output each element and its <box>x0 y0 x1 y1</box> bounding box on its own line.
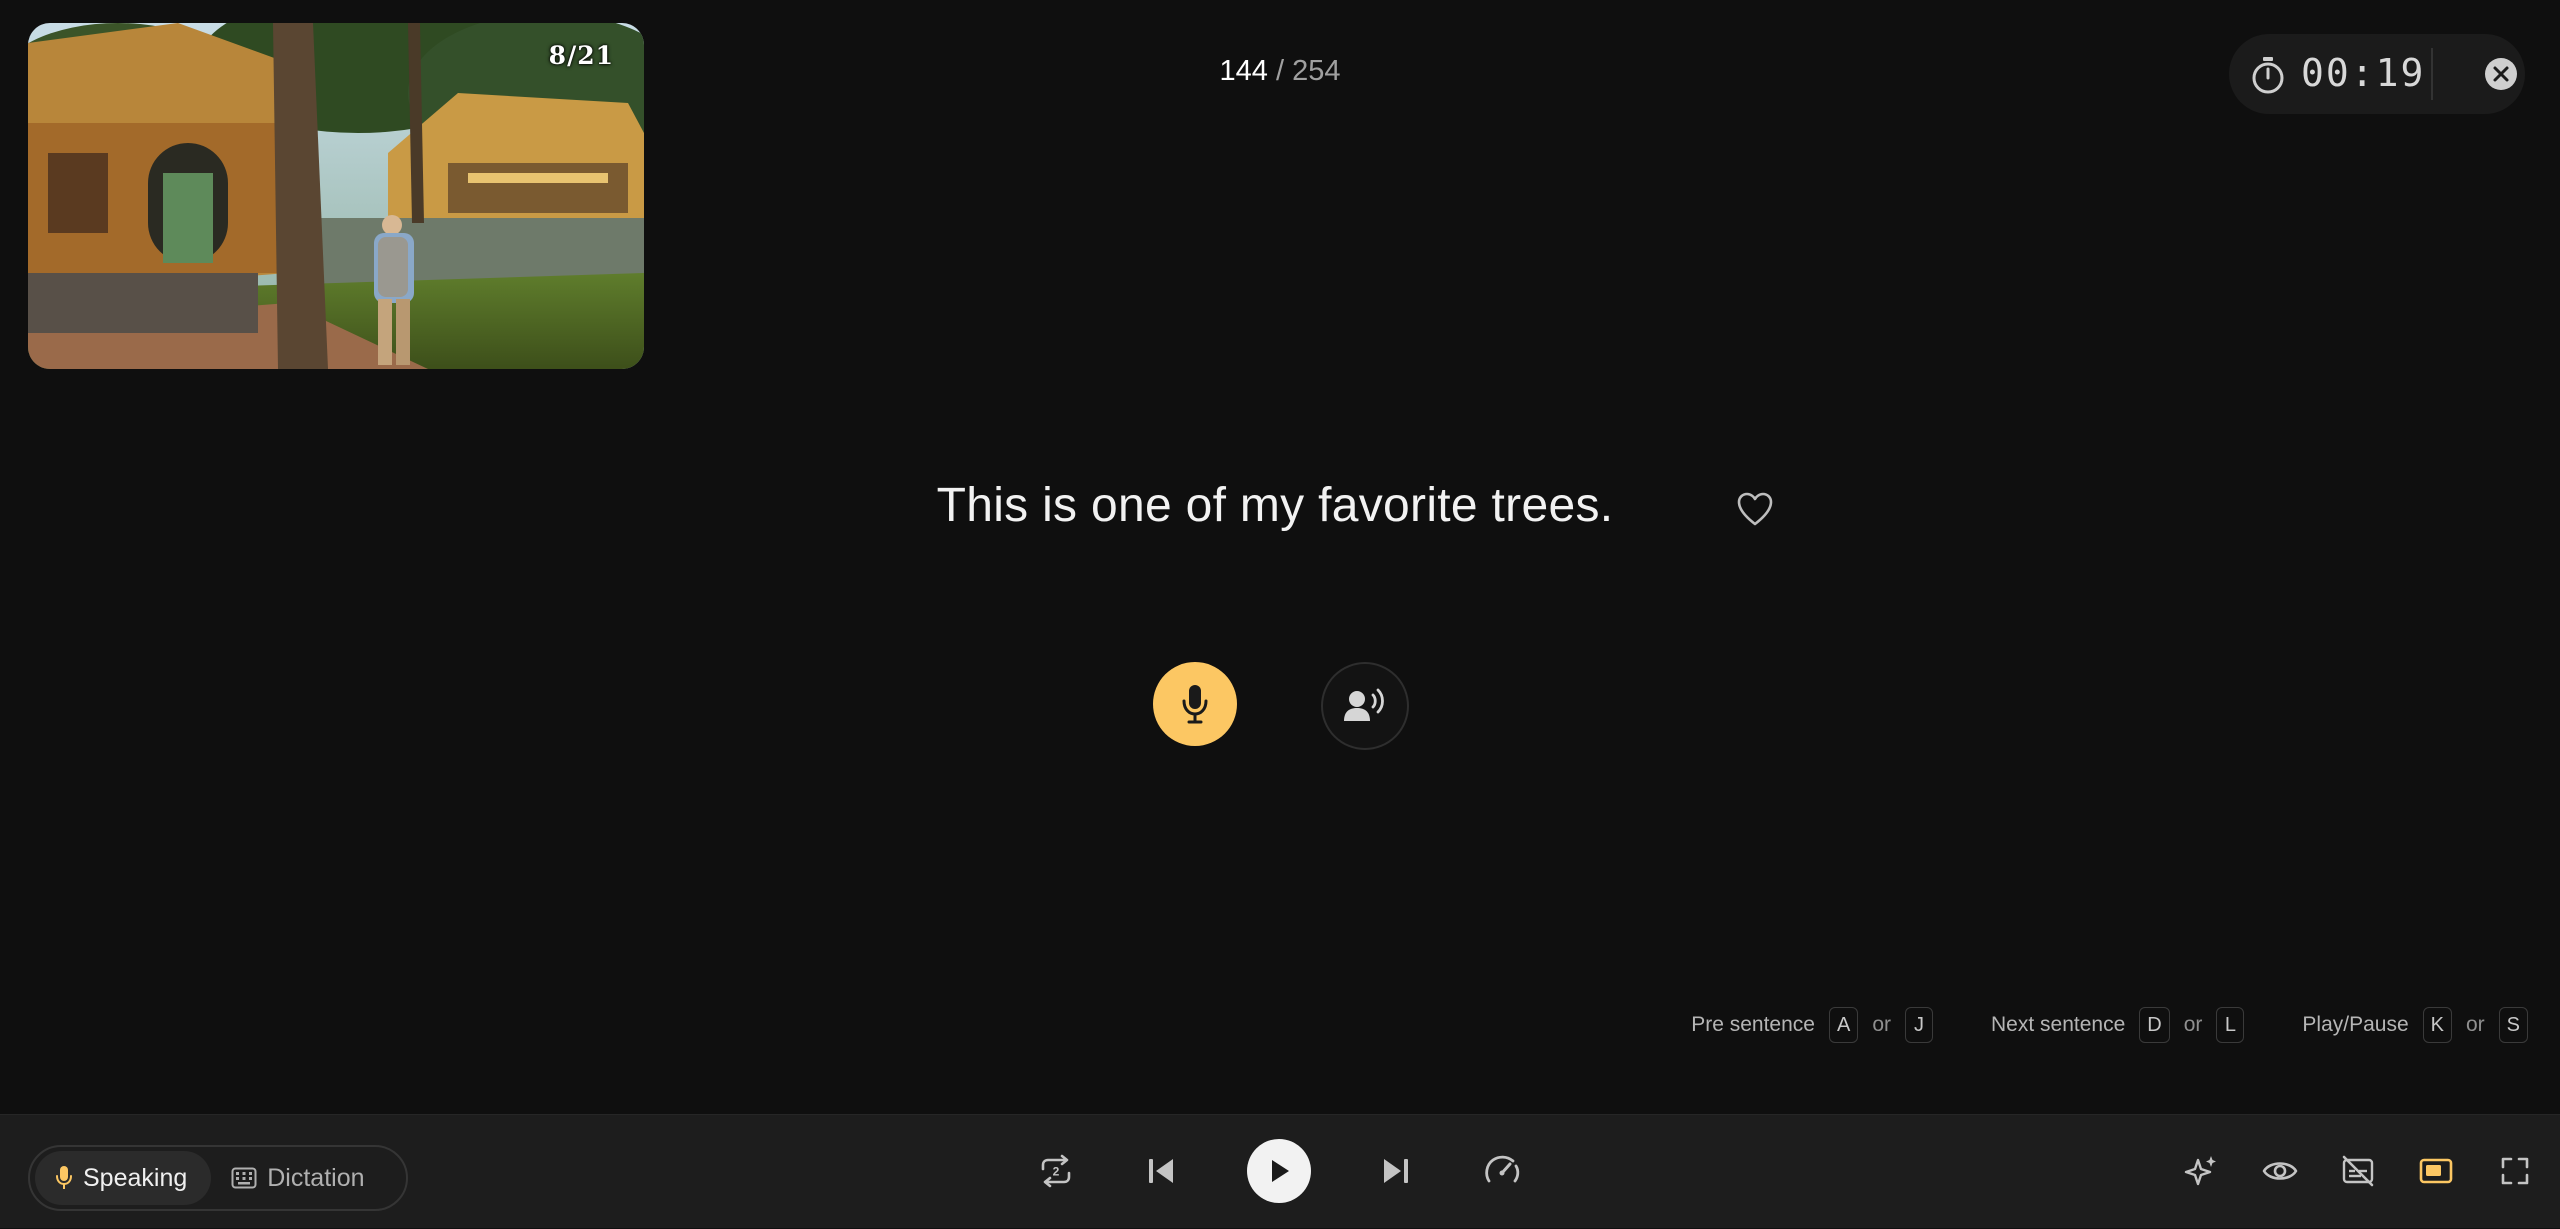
video-overlay-button[interactable] <box>2418 1153 2454 1189</box>
ai-assist-button[interactable] <box>2183 1153 2219 1189</box>
next-button[interactable] <box>1378 1153 1414 1189</box>
playback-controls: 2 <box>0 1115 2560 1229</box>
keyboard-shortcuts: Pre sentence A or J Next sentence D or L… <box>1633 1007 2528 1043</box>
shortcut-key: L <box>2216 1007 2245 1043</box>
show-text-button[interactable] <box>2261 1153 2299 1189</box>
subtitles-toggle-button[interactable] <box>2339 1153 2377 1189</box>
microphone-icon <box>1182 685 1208 724</box>
previous-icon <box>1149 1159 1173 1183</box>
close-icon[interactable] <box>2483 56 2519 92</box>
listen-speaker-icon <box>1344 688 1384 721</box>
shortcut-key: S <box>2498 1007 2528 1043</box>
shortcut-key: D <box>2139 1007 2170 1043</box>
video-frame <box>28 23 644 369</box>
next-icon <box>1384 1159 1408 1183</box>
repeat-icon: 2 <box>1041 1154 1071 1188</box>
subtitle-counter: 8/21 <box>548 41 614 70</box>
play-icon <box>1272 1160 1289 1182</box>
subtitles-off-icon <box>2342 1155 2374 1187</box>
timer-pill: 00:19 <box>2229 34 2525 114</box>
progress-current: 144 <box>1219 55 1268 87</box>
current-sentence: This is one of my favorite trees. <box>936 479 1614 532</box>
speed-button[interactable] <box>1483 1153 1521 1189</box>
shortcut-label: Next sentence <box>1991 1013 2126 1036</box>
ai-sparkle-icon <box>2184 1156 2216 1186</box>
progress-total: 254 <box>1292 55 1341 87</box>
bottom-toolbar: Speaking Dictation 2 <box>0 1114 2560 1228</box>
shortcut-or: or <box>2465 1013 2485 1036</box>
previous-button[interactable] <box>1143 1153 1179 1189</box>
listen-button[interactable] <box>1321 662 1409 750</box>
fullscreen-button[interactable] <box>2497 1153 2533 1189</box>
progress-separator: / <box>1267 55 1293 87</box>
timer-divider <box>2431 48 2433 100</box>
shortcut-key: A <box>1828 1007 1859 1043</box>
shortcut-previous: Pre sentence A or J <box>1691 1007 1933 1043</box>
record-button[interactable] <box>1153 662 1237 746</box>
shortcut-play-pause: Play/Pause K or S <box>2302 1007 2528 1043</box>
fullscreen-icon <box>2501 1157 2529 1185</box>
shortcut-key: J <box>1905 1007 1933 1043</box>
shortcut-key: K <box>2422 1007 2452 1043</box>
speed-icon <box>1485 1155 1520 1183</box>
practice-stage: 8/21 144 / 254 00:19 This is one of my f… <box>0 0 2560 1114</box>
timer-value: 00:19 <box>2301 51 2426 95</box>
play-button[interactable] <box>1247 1139 1311 1203</box>
eye-icon <box>2262 1162 2298 1180</box>
sentence-progress: 144 / 254 <box>1120 55 1440 88</box>
repeat-count: 2 <box>1053 1165 1060 1179</box>
repeat-button[interactable]: 2 <box>1038 1153 1074 1189</box>
stopwatch-icon <box>2252 57 2284 94</box>
video-preview[interactable]: 8/21 <box>28 23 644 369</box>
shortcut-next: Next sentence D or L <box>1991 1007 2245 1043</box>
shortcut-or: or <box>2183 1013 2203 1036</box>
shortcut-label: Play/Pause <box>2302 1013 2409 1036</box>
heart-icon[interactable] <box>1736 492 1774 528</box>
shortcut-or: or <box>1872 1013 1891 1036</box>
picture-in-picture-icon <box>2419 1158 2453 1184</box>
shortcut-label: Pre sentence <box>1691 1013 1815 1036</box>
